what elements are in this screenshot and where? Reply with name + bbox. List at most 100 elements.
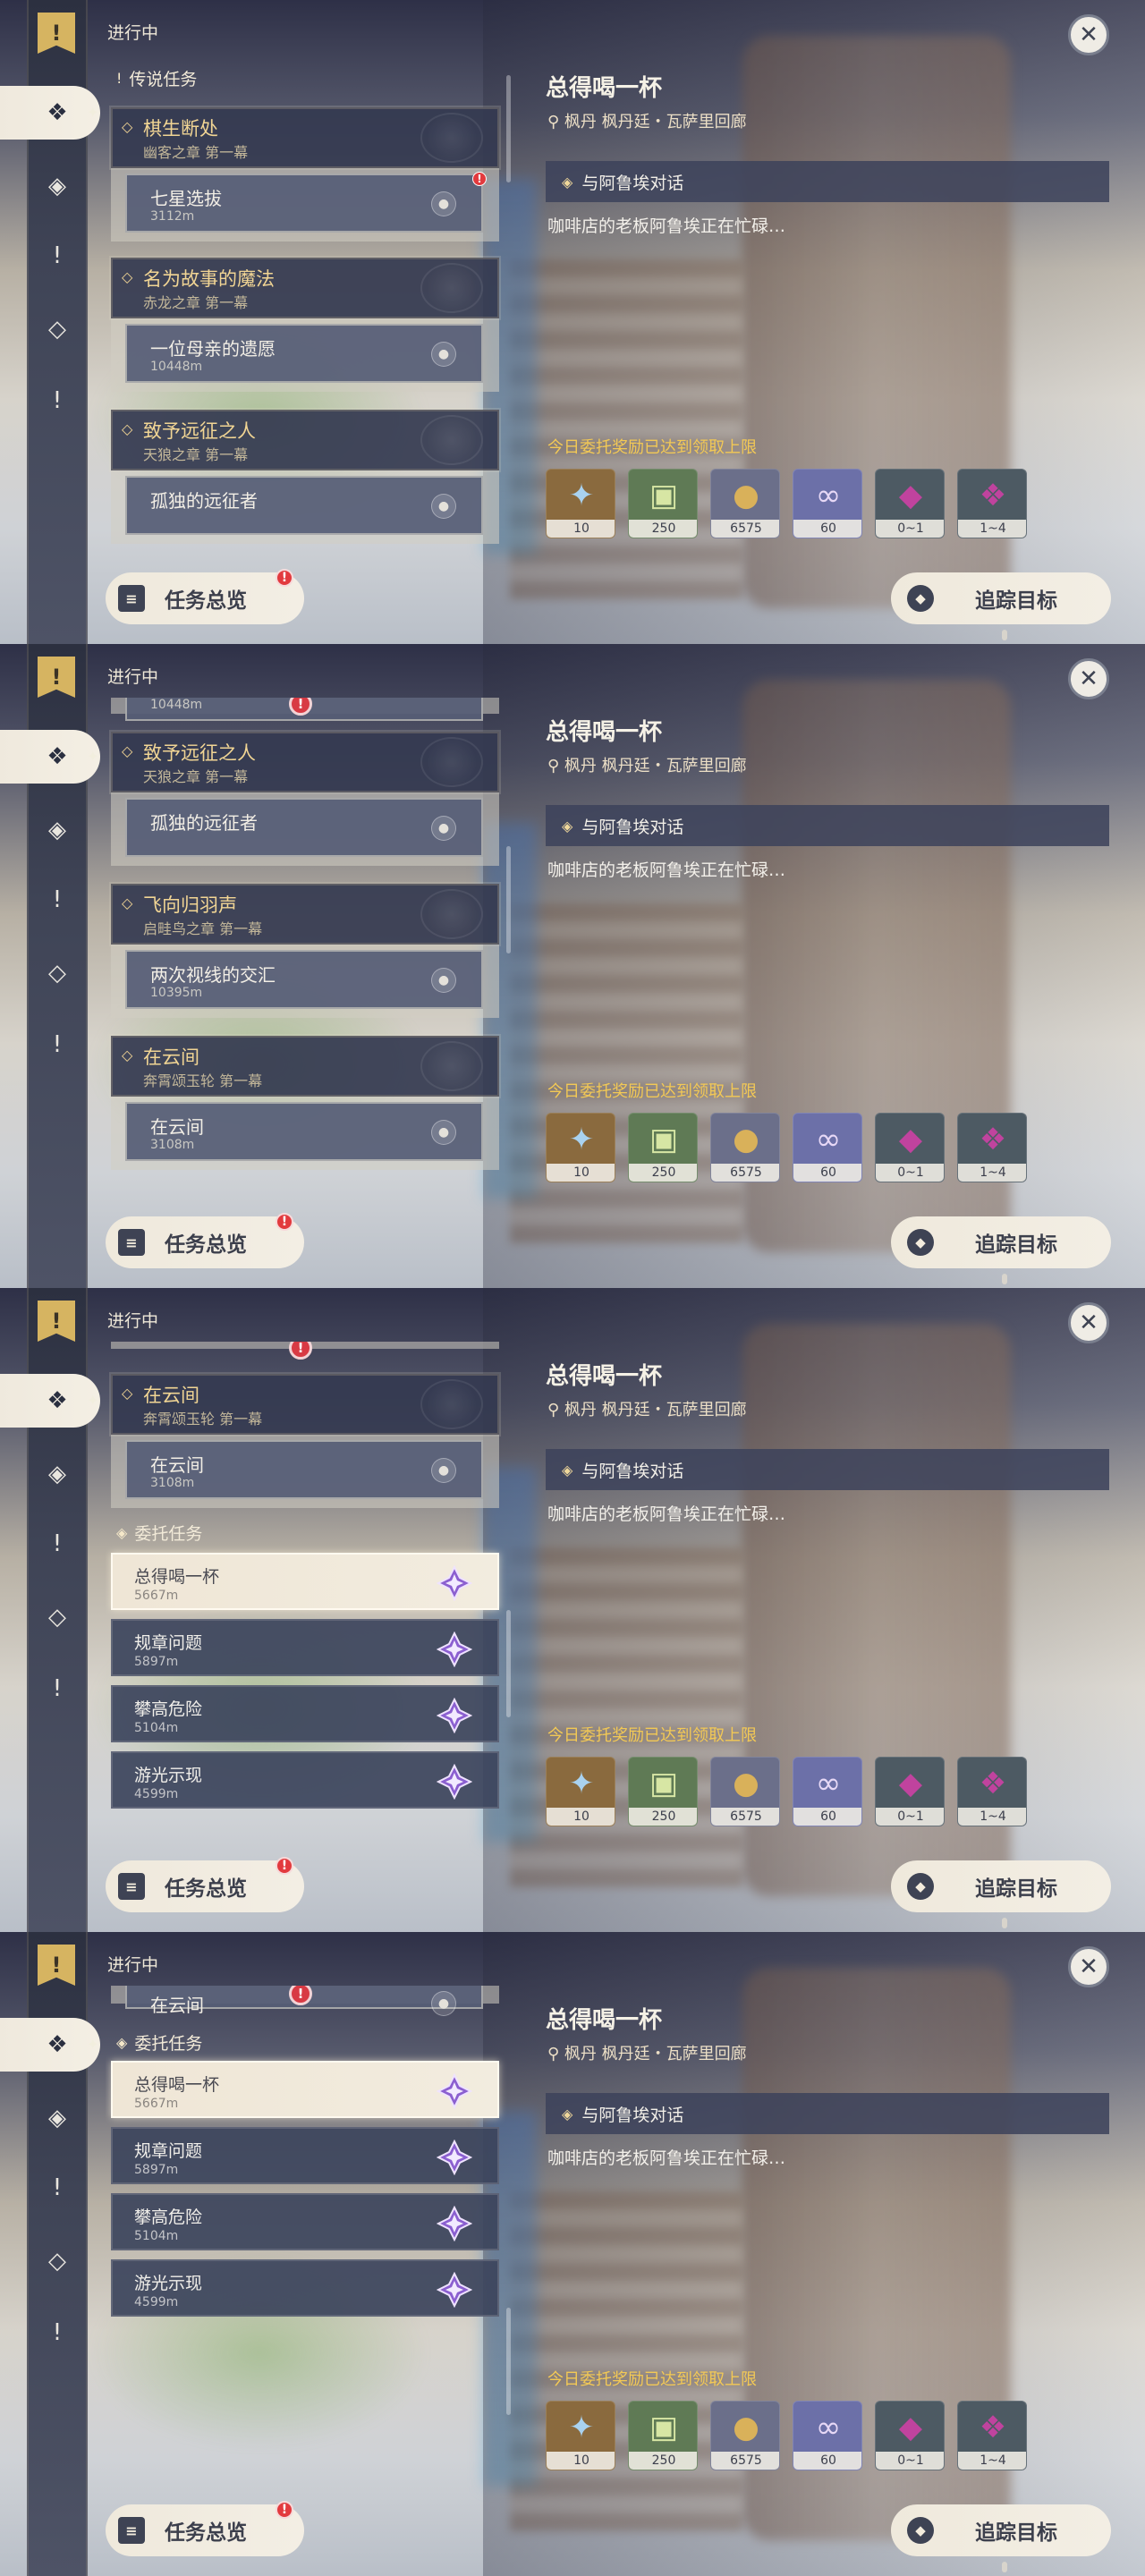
chapter-header[interactable]: ◇ 致予远征之人 天狼之章 第一幕 — [111, 732, 499, 792]
quest-overview-button[interactable]: ≡ 任务总览! — [106, 569, 304, 624]
quest-title: 总得喝一杯 — [546, 719, 663, 746]
quest-screen-4: ! ❖ ✦ ◈ ! ◇ ! 进行中 ✕ 在云间 ● ! ◈ 委托任务 总得喝一杯 … — [0, 1932, 1145, 2576]
location-pin-icon[interactable]: ● — [431, 1458, 456, 1483]
reward-item[interactable]: ✦ 10 — [546, 1113, 615, 1182]
track-button[interactable]: ◆ 追踪目标 — [891, 1860, 1111, 1912]
commission-item[interactable]: 游光示现 4599m — [111, 2259, 499, 2317]
track-button[interactable]: ◆ 追踪目标 — [891, 1216, 1111, 1268]
reward-item[interactable]: ❖ 1~4 — [957, 2401, 1027, 2470]
reward-item[interactable]: ◆ 0~1 — [875, 1113, 945, 1182]
quest-item[interactable]: 七星选拔 3112m ● — [125, 174, 483, 233]
quest-item[interactable]: 两次视线的交汇 10395m ● — [125, 950, 483, 1009]
commission-item[interactable]: 游光示现 4599m — [111, 1751, 499, 1809]
quest-item[interactable]: 孤独的远征者 ● — [125, 476, 483, 535]
tab-archon-quests[interactable]: ◈ — [0, 803, 98, 857]
reward-item[interactable]: ✦ 10 — [546, 1757, 615, 1826]
reward-item[interactable]: ✦ 10 — [546, 2401, 615, 2470]
chapter-header[interactable]: ◇ 名为故事的魔法 赤龙之章 第一幕 — [111, 258, 499, 318]
commission-item[interactable]: 攀高危险 5104m — [111, 2193, 499, 2250]
track-button[interactable]: ◆ 追踪目标 — [891, 2504, 1111, 2556]
tab-all-quests[interactable]: ❖ — [0, 86, 100, 140]
quest-item[interactable]: 在云间 3108m ● — [125, 1102, 483, 1161]
commission-item[interactable]: 规章问题 5897m — [111, 1619, 499, 1676]
commission-diamond-icon: ◈ — [116, 1524, 128, 1541]
quest-overview-button[interactable]: ≡ 任务总览! — [106, 1213, 304, 1268]
tab-world-quests[interactable]: ! — [0, 374, 98, 428]
location-pin-icon[interactable]: ● — [431, 1120, 456, 1145]
tab-archon-quests[interactable]: ◈ — [0, 159, 98, 213]
reward-item[interactable]: ● 6575 — [710, 1757, 780, 1826]
quest-overview-button[interactable]: ≡ 任务总览! — [106, 1857, 304, 1912]
scrollbar[interactable] — [506, 75, 511, 182]
close-button[interactable]: ✕ — [1068, 14, 1109, 55]
reward-item[interactable]: ◆ 0~1 — [875, 1757, 945, 1826]
reward-item[interactable]: ◆ 0~1 — [875, 469, 945, 538]
reward-item[interactable]: ▣ 250 — [628, 1113, 698, 1182]
tab-world-quests[interactable]: ! — [0, 1018, 98, 1072]
reward-item[interactable]: ● 6575 — [710, 1113, 780, 1182]
chapter-header[interactable]: ◇ 棋生断处 幽客之章 第一幕 — [111, 107, 499, 168]
quest-overview-button[interactable]: ≡ 任务总览! — [106, 2501, 304, 2556]
quest-description: 咖啡店的老板阿鲁埃正在忙碌… — [547, 216, 786, 236]
reward-item[interactable]: ∞ 60 — [793, 2401, 862, 2470]
location-pin-icon[interactable]: ● — [431, 1991, 456, 2016]
tab-commissions[interactable]: ◇ — [0, 2234, 98, 2288]
tab-story-quests[interactable]: ! — [0, 2161, 98, 2215]
tab-story-quests[interactable]: ! — [0, 229, 98, 283]
commission-item[interactable]: 规章问题 5897m — [111, 2127, 499, 2184]
scrollbar[interactable] — [506, 846, 511, 953]
tab-commissions[interactable]: ◇ — [0, 1590, 98, 1644]
reward-item[interactable]: ∞ 60 — [793, 469, 862, 538]
quest-item[interactable]: 在云间 3108m ● — [125, 1440, 483, 1499]
scrollbar[interactable] — [506, 2308, 511, 2415]
location-pin-icon[interactable]: ● — [431, 968, 456, 993]
tab-all-quests[interactable]: ❖ — [0, 1374, 100, 1428]
quest-item[interactable]: 一位母亲的遗愿 10448m ● — [125, 324, 483, 383]
track-button[interactable]: ◆ 追踪目标 — [891, 572, 1111, 624]
commission-item-selected[interactable]: 总得喝一杯 5667m — [111, 2061, 499, 2118]
chapter-header[interactable]: ◇ 在云间 奔霄颂玉轮 第一幕 — [111, 1036, 499, 1097]
chapter-header[interactable]: ◇ 致予远征之人 天狼之章 第一幕 — [111, 410, 499, 470]
quest-list-icon: ≡ — [118, 585, 145, 612]
reward-item[interactable]: ∞ 60 — [793, 1757, 862, 1826]
location-pin-icon[interactable]: ● — [431, 342, 456, 367]
commission-item[interactable]: 攀高危险 5104m — [111, 1685, 499, 1742]
close-button[interactable]: ✕ — [1068, 1946, 1109, 1987]
exclamation-icon: ! — [52, 2174, 63, 2201]
commission-item-selected[interactable]: 总得喝一杯 5667m — [111, 1553, 499, 1610]
quest-description: 咖啡店的老板阿鲁埃正在忙碌… — [547, 860, 786, 880]
tab-archon-quests[interactable]: ◈ — [0, 2091, 98, 2145]
reward-item[interactable]: ● 6575 — [710, 2401, 780, 2470]
tab-all-quests[interactable]: ❖ — [0, 2018, 100, 2072]
reward-item[interactable]: ▣ 250 — [628, 469, 698, 538]
reward-item[interactable]: ❖ 1~4 — [957, 1757, 1027, 1826]
tab-story-quests[interactable]: ! — [0, 1517, 98, 1571]
reward-item[interactable]: ● 6575 — [710, 469, 780, 538]
reward-item[interactable]: ∞ 60 — [793, 1113, 862, 1182]
close-button[interactable]: ✕ — [1068, 658, 1109, 699]
reward-item[interactable]: ▣ 250 — [628, 1757, 698, 1826]
reward-item[interactable]: ▣ 250 — [628, 2401, 698, 2470]
chapter-header[interactable]: ◇ 飞向归羽声 启畦鸟之章 第一幕 — [111, 884, 499, 945]
status-label: 进行中 — [107, 23, 159, 43]
close-button[interactable]: ✕ — [1068, 1302, 1109, 1343]
tab-archon-quests[interactable]: ◈ — [0, 1447, 98, 1501]
reward-limit-notice: 今日委托奖励已达到领取上限 — [547, 2370, 757, 2389]
scrollbar[interactable] — [506, 1610, 511, 1717]
reward-item[interactable]: ❖ 1~4 — [957, 469, 1027, 538]
reward-item[interactable]: ✦ 10 — [546, 469, 615, 538]
location-pin-icon[interactable]: ● — [431, 494, 456, 519]
location-pin-icon[interactable]: ● — [431, 191, 456, 216]
tab-world-quests[interactable]: ! — [0, 1662, 98, 1716]
tab-all-quests[interactable]: ❖ — [0, 730, 100, 784]
chapter-header[interactable]: ◇ 在云间 奔霄颂玉轮 第一幕 — [111, 1374, 499, 1435]
quest-location: ⚲ 枫丹 枫丹廷・瓦萨里回廊 — [547, 113, 747, 131]
tab-story-quests[interactable]: ! — [0, 873, 98, 927]
tab-world-quests[interactable]: ! — [0, 2306, 98, 2360]
reward-item[interactable]: ◆ 0~1 — [875, 2401, 945, 2470]
tab-commissions[interactable]: ◇ — [0, 946, 98, 1000]
quest-item[interactable]: 孤独的远征者 ● — [125, 798, 483, 857]
tab-commissions[interactable]: ◇ — [0, 302, 98, 356]
location-pin-icon[interactable]: ● — [431, 816, 456, 841]
reward-item[interactable]: ❖ 1~4 — [957, 1113, 1027, 1182]
